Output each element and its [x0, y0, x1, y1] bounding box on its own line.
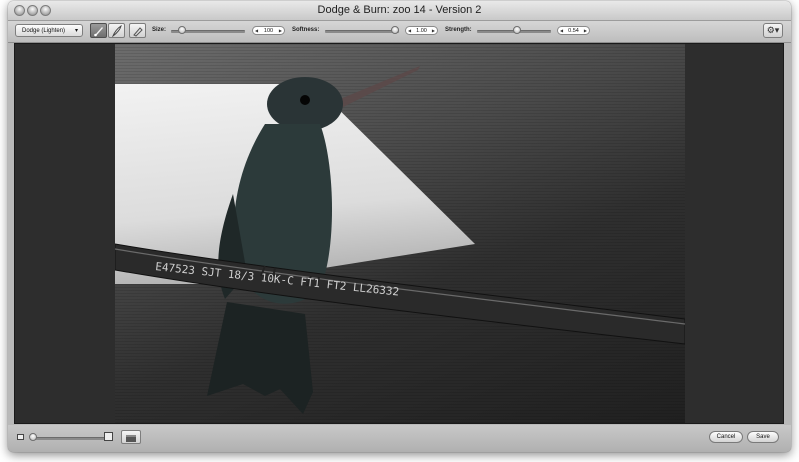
strength-value: 0.54	[568, 28, 579, 34]
strength-label: Strength:	[445, 27, 472, 33]
brush-icon	[94, 27, 103, 37]
increment-icon[interactable]: ▶	[584, 27, 587, 35]
cable	[115, 243, 685, 345]
cancel-button[interactable]: Cancel	[709, 431, 743, 443]
brush-tool-button[interactable]	[90, 23, 107, 38]
size-label: Size:	[152, 27, 167, 33]
strength-stepper[interactable]: ◀ 0.54 ▶	[557, 26, 590, 35]
zoom-small-icon[interactable]	[17, 434, 24, 440]
softness-stepper[interactable]: ◀ 1.00 ▶	[405, 26, 438, 35]
feather-tool-button[interactable]	[108, 23, 125, 38]
gear-icon: ⚙▾	[766, 25, 780, 35]
bottom-bar: Cancel Save	[8, 425, 791, 452]
beak	[333, 66, 420, 110]
decrement-icon[interactable]: ◀	[560, 27, 563, 35]
decrement-icon[interactable]: ◀	[408, 27, 411, 35]
zoom-slider-track[interactable]	[30, 437, 106, 440]
size-stepper[interactable]: ◀ 100 ▶	[252, 26, 285, 35]
eraser-tool-button[interactable]	[129, 23, 146, 38]
size-value: 100	[263, 28, 274, 34]
action-menu-button[interactable]: ⚙▾	[763, 23, 783, 38]
mode-popup[interactable]: Dodge (Lighten) ▾	[15, 24, 83, 37]
size-slider-knob[interactable]	[177, 26, 186, 34]
window-title: Dodge & Burn: zoo 14 - Version 2	[317, 4, 482, 16]
softness-slider-track[interactable]	[325, 30, 399, 33]
toolbar: Dodge (Lighten) ▾ Size: ◀ 100 ▶ Softness…	[8, 21, 791, 43]
decrement-icon[interactable]: ◀	[255, 27, 258, 35]
mode-popup-value: Dodge (Lighten)	[22, 28, 66, 34]
save-button[interactable]: Save	[747, 431, 779, 443]
softness-label: Softness:	[292, 27, 320, 33]
chevron-down-icon: ▾	[74, 28, 78, 34]
bird-eye	[300, 95, 310, 105]
dodge-burn-window: Dodge & Burn: zoo 14 - Version 2 Dodge (…	[8, 1, 791, 452]
hummingbird-photo[interactable]: E47523 SJT 18/3 10K-C FT1 FT2 LL26332	[115, 44, 685, 423]
increment-icon[interactable]: ▶	[279, 27, 282, 35]
thumbnail-toggle-button[interactable]	[121, 430, 141, 444]
photo-drawing: E47523 SJT 18/3 10K-C FT1 FT2 LL26332	[115, 66, 685, 414]
strength-slider-knob[interactable]	[512, 26, 521, 34]
bird-tail	[207, 302, 313, 414]
image-canvas[interactable]: E47523 SJT 18/3 10K-C FT1 FT2 LL26332	[14, 43, 784, 424]
softness-value: 1.00	[416, 28, 427, 34]
eraser-icon	[133, 27, 143, 37]
thumbnail-icon	[126, 435, 136, 442]
title-bar: Dodge & Burn: zoo 14 - Version 2	[8, 1, 791, 21]
zoom-large-icon[interactable]	[104, 432, 113, 441]
increment-icon[interactable]: ▶	[432, 27, 435, 35]
feather-icon	[112, 25, 122, 37]
softness-slider-knob[interactable]	[391, 26, 399, 34]
